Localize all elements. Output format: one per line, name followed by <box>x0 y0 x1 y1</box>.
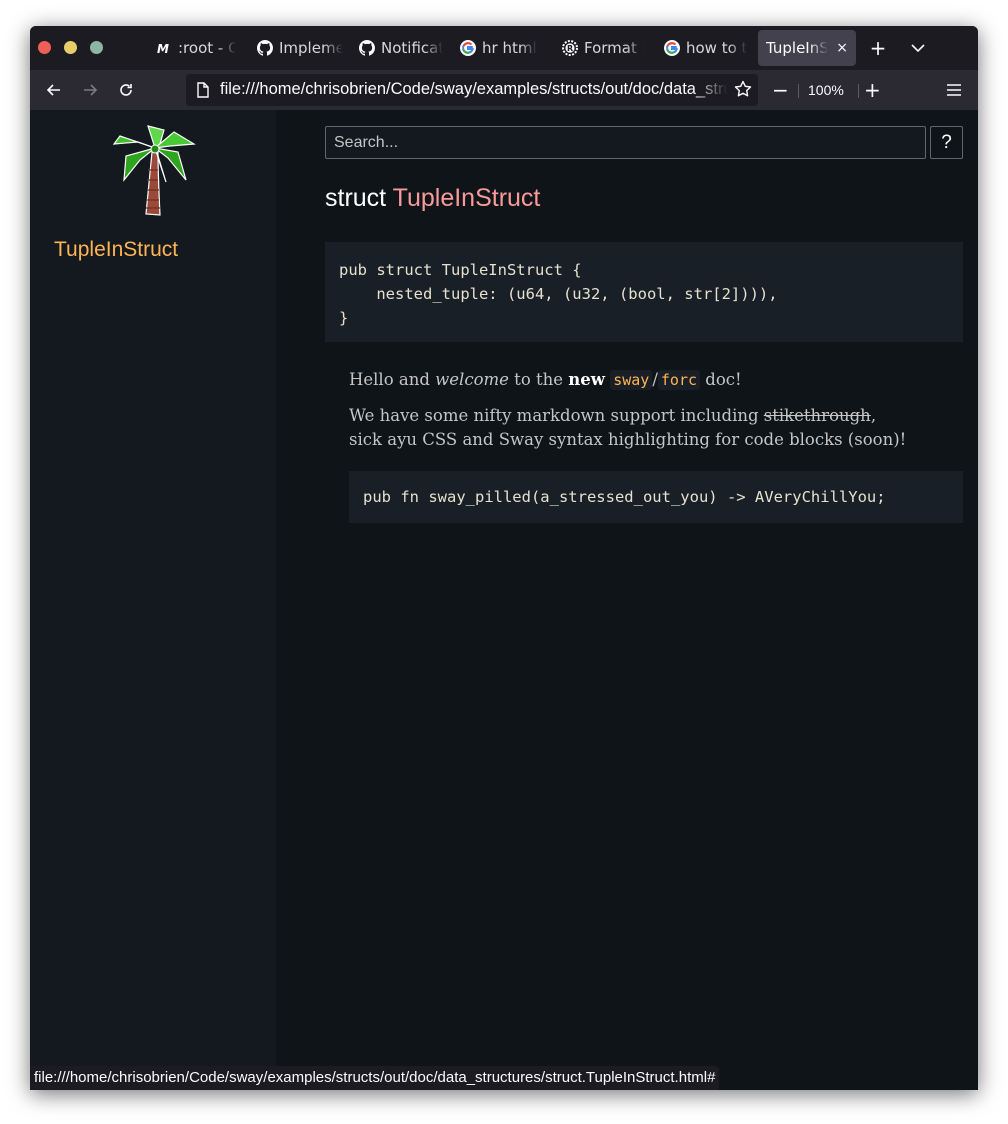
google-icon <box>460 40 476 56</box>
reload-button[interactable] <box>114 78 138 102</box>
tab-tupleinstruct[interactable]: TupleInSt × <box>758 30 856 66</box>
browser-window: M :root - C Impleme Notificat hr html R … <box>30 26 978 1090</box>
zoom-level[interactable]: 100% <box>808 82 844 98</box>
declaration-code: pub struct TupleInStruct { nested_tuple:… <box>339 261 778 327</box>
doc-strikethrough: stikethrough <box>763 406 871 425</box>
doc-paragraph: Hello and welcome to the new sway / forc d… <box>349 368 969 392</box>
doc-emphasis: welcome <box>435 370 509 389</box>
doc-strong: new <box>568 370 605 389</box>
doc-text: to the <box>508 370 569 389</box>
doc-text: We have some nifty markdown support incl… <box>349 406 764 425</box>
mdn-icon: M <box>156 40 172 56</box>
tab-label: hr html <box>482 39 537 57</box>
search-input[interactable] <box>325 126 926 159</box>
struct-declaration: pub struct TupleInStruct { nested_tuple:… <box>325 242 963 342</box>
code-block-text: pub fn sway_pilled(a_stressed_out_you) -… <box>363 488 886 506</box>
zoom-in-button[interactable]: + <box>864 78 881 102</box>
back-button[interactable] <box>42 78 66 102</box>
doc-block: Hello and welcome to the new sway / forc d… <box>349 368 969 464</box>
doc-text: Hello and <box>349 370 436 389</box>
tab-google-how-to[interactable]: how to t <box>664 30 748 66</box>
forward-button[interactable] <box>78 78 102 102</box>
tab-github-implement[interactable]: Impleme <box>257 30 343 66</box>
doc-text: sick ayu CSS and Sway syntax highlightin… <box>349 430 907 449</box>
page-title: struct TupleInStruct <box>325 184 540 213</box>
chevron-down-icon <box>911 44 925 52</box>
maximize-window-button[interactable] <box>90 41 103 54</box>
divider <box>798 84 799 98</box>
tab-github-notifications[interactable]: Notificat <box>359 30 443 66</box>
reload-icon <box>120 84 132 96</box>
github-icon <box>257 40 273 56</box>
url-text[interactable]: file:///home/chrisobrien/Code/sway/examp… <box>220 80 728 99</box>
tab-mdn-root[interactable]: M :root - C <box>156 30 236 66</box>
status-bar-link: file:///home/chrisobrien/Code/sway/examp… <box>30 1066 720 1090</box>
bookmark-star-icon[interactable] <box>734 80 752 102</box>
page-content: TupleInStruct ? struct TupleInStruct pub… <box>30 110 978 1090</box>
sidebar: TupleInStruct <box>30 110 276 1090</box>
tab-google-hr-html[interactable]: hr html <box>460 30 542 66</box>
sidebar-title[interactable]: TupleInStruct <box>54 238 178 262</box>
hamburger-menu-icon <box>947 84 961 96</box>
tab-bar: M :root - C Impleme Notificat hr html R … <box>30 26 978 70</box>
inline-code: sway <box>610 370 653 390</box>
doc-text: doc! <box>700 370 742 389</box>
doc-paragraph: We have some nifty markdown support incl… <box>349 404 969 452</box>
arrow-left-icon <box>46 84 60 96</box>
rust-icon: R <box>562 40 578 56</box>
inline-code: forc <box>657 370 701 390</box>
svg-text:R: R <box>567 44 573 53</box>
svg-text:M: M <box>157 42 169 54</box>
tab-label: Format i <box>584 39 644 57</box>
google-icon <box>664 40 680 56</box>
tab-rust-format[interactable]: R Format i <box>562 30 644 66</box>
zoom-out-button[interactable]: − <box>772 78 789 102</box>
arrow-right-icon <box>84 84 98 96</box>
new-tab-button[interactable]: + <box>866 36 890 60</box>
tab-label: Notificat <box>381 39 443 57</box>
menu-button[interactable] <box>942 78 966 102</box>
item-name[interactable]: TupleInStruct <box>393 184 541 212</box>
tab-label: TupleInSt <box>766 39 829 57</box>
help-button[interactable]: ? <box>930 126 963 159</box>
doc-text: , <box>870 406 877 425</box>
address-bar[interactable]: file:///home/chrisobrien/Code/sway/examp… <box>186 74 758 106</box>
github-icon <box>359 40 375 56</box>
close-window-button[interactable] <box>38 41 51 54</box>
tab-label: how to t <box>686 39 748 57</box>
palm-tree-icon[interactable] <box>108 122 200 220</box>
minimize-window-button[interactable] <box>64 41 77 54</box>
list-all-tabs-button[interactable] <box>906 36 930 60</box>
tab-label: :root - C <box>178 39 236 57</box>
divider <box>858 84 859 98</box>
navigation-bar: file:///home/chrisobrien/Code/sway/examp… <box>30 70 978 110</box>
tab-label: Impleme <box>279 39 343 57</box>
code-block: pub fn sway_pilled(a_stressed_out_you) -… <box>349 471 963 523</box>
item-kind: struct <box>325 184 387 212</box>
page-icon <box>197 82 209 98</box>
close-tab-icon[interactable]: × <box>836 40 848 56</box>
